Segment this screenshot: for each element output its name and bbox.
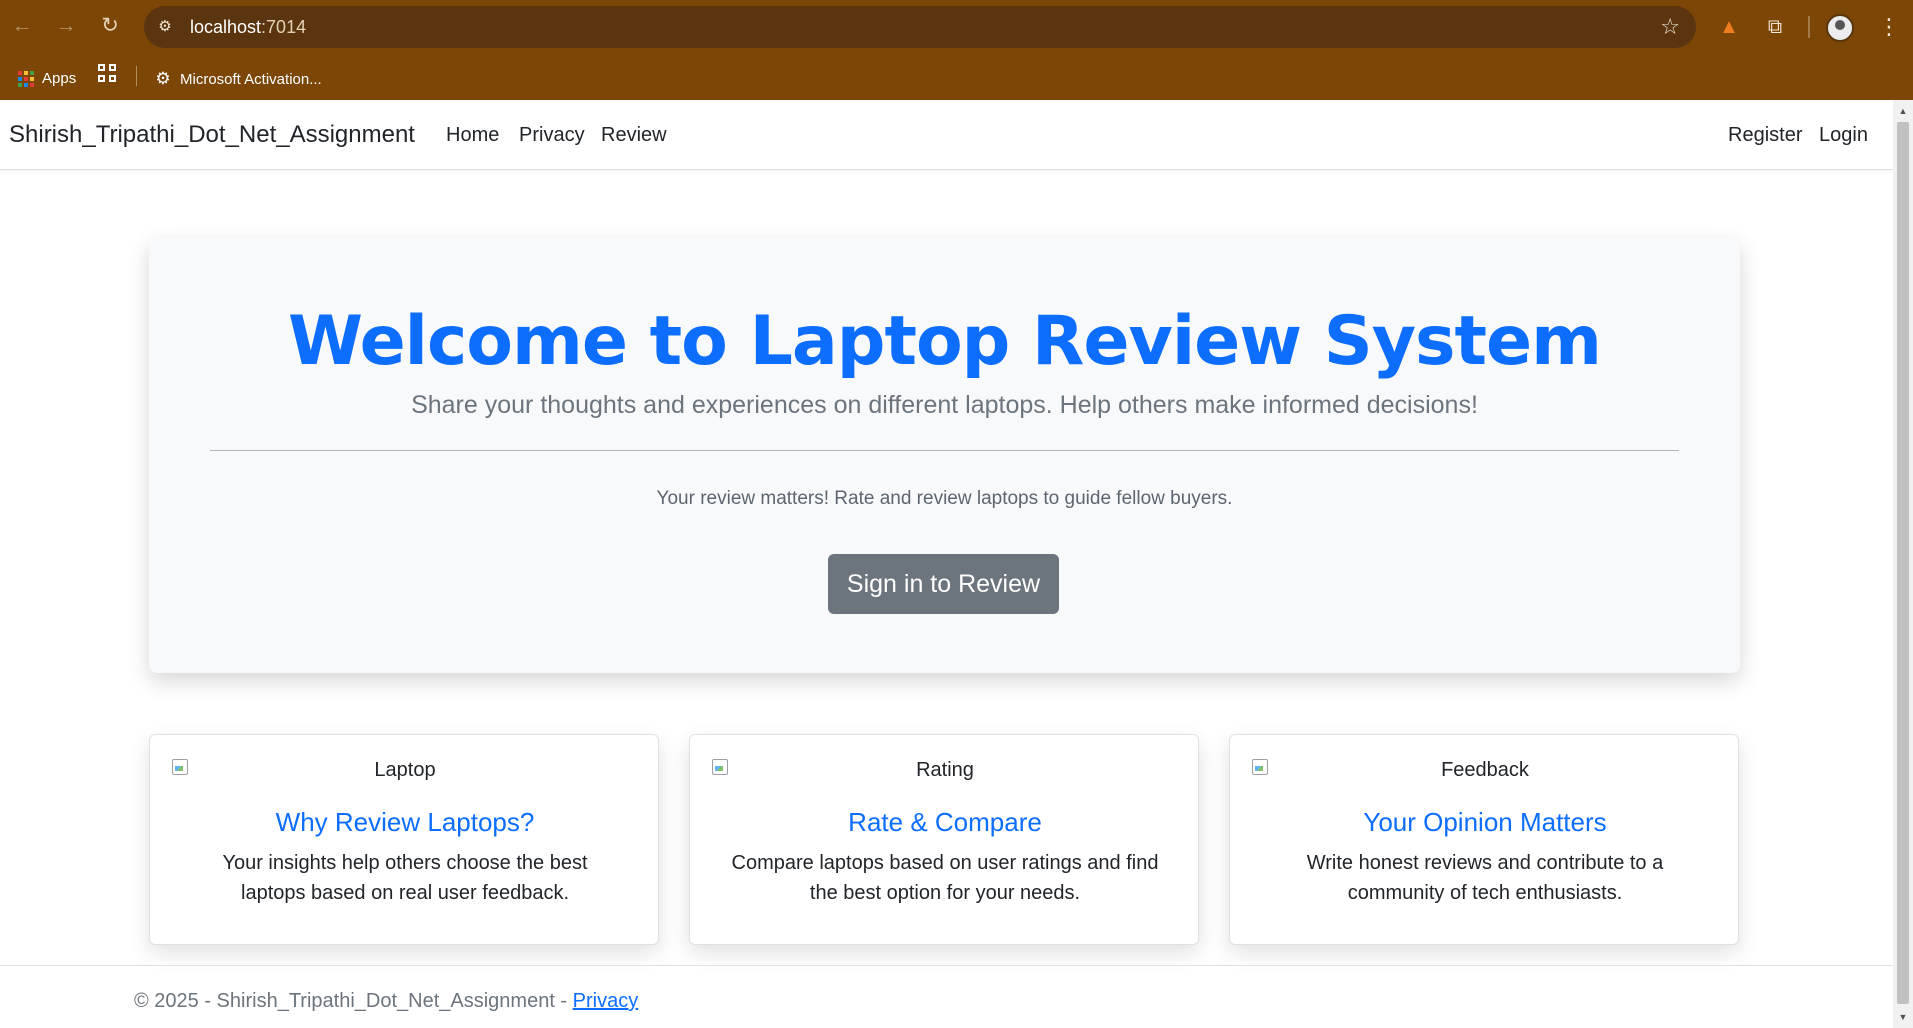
card-image-feedback: Feedback — [1250, 757, 1720, 785]
page-viewport: Shirish_Tripathi_Dot_Net_Assignment Home… — [0, 100, 1893, 1028]
back-arrow-icon[interactable]: ← — [10, 14, 34, 38]
gear-icon: ⚙ — [155, 69, 171, 88]
scrollbar-thumb[interactable] — [1897, 122, 1909, 1004]
nav-link-home[interactable]: Home — [446, 100, 499, 170]
bookmark-microsoft-activation[interactable]: ⚙ Microsoft Activation... — [154, 64, 321, 94]
card-text: Compare laptops based on user ratings an… — [731, 852, 1159, 904]
bookmark-apps[interactable]: Apps — [18, 64, 76, 94]
browser-menu-icon[interactable]: ⋮ — [1878, 12, 1900, 42]
url-text[interactable]: localhost:7014 — [190, 6, 306, 48]
profile-avatar-icon[interactable] — [1826, 14, 1854, 42]
tab-groups-icon[interactable] — [98, 64, 116, 82]
reload-icon[interactable]: ↻ — [98, 14, 122, 38]
site-settings-icon[interactable]: ⚙ — [154, 16, 176, 38]
card-image-laptop: Laptop — [170, 757, 640, 785]
metamask-fox-icon[interactable]: ▲ — [1716, 14, 1742, 40]
address-bar[interactable]: ⚙ localhost:7014 ☆ — [144, 6, 1696, 48]
apps-grid-icon — [18, 71, 34, 88]
navbar-brand[interactable]: Shirish_Tripathi_Dot_Net_Assignment — [9, 100, 415, 170]
card-title: Why Review Laptops? — [275, 807, 535, 837]
card-text: Write honest reviews and contribute to a… — [1306, 852, 1664, 904]
card-text: Your insights help others choose the bes… — [222, 852, 588, 904]
vertical-scrollbar[interactable]: ▲ ▼ — [1893, 100, 1913, 1028]
hero-section: Welcome to Laptop Review System Share yo… — [149, 238, 1740, 673]
image-alt-text: Rating — [916, 759, 974, 781]
nav-link-review[interactable]: Review — [601, 100, 667, 170]
hero-note: Your review matters! Rate and review lap… — [656, 488, 1233, 509]
card-title: Rate & Compare — [848, 807, 1042, 837]
card-title: Your Opinion Matters — [1363, 807, 1607, 837]
feature-card-laptop: Laptop Why Review Laptops? Your insights… — [149, 734, 659, 945]
bookmarks-divider — [136, 66, 137, 86]
hero-divider — [210, 450, 1679, 451]
browser-chrome: ← → ↻ ⚙ localhost:7014 ☆ ▲ ⧉ ⋮ Apps ⚙ Mic… — [0, 0, 1913, 100]
sign-in-to-review-button[interactable]: Sign in to Review — [828, 554, 1059, 614]
nav-link-register[interactable]: Register — [1728, 100, 1802, 170]
site-navbar: Shirish_Tripathi_Dot_Net_Assignment Home… — [0, 100, 1893, 170]
footer-privacy-link[interactable]: Privacy — [573, 990, 639, 1012]
hero-lead: Share your thoughts and experiences on d… — [411, 391, 1478, 419]
card-image-rating: Rating — [710, 757, 1180, 785]
feature-card-feedback: Feedback Your Opinion Matters Write hone… — [1229, 734, 1739, 945]
toolbar-divider — [1808, 16, 1810, 38]
scroll-down-arrow-icon[interactable]: ▼ — [1893, 1008, 1913, 1026]
image-alt-text: Laptop — [374, 759, 436, 781]
hero-title: Welcome to Laptop Review System — [287, 302, 1602, 381]
page-footer: © 2025 - Shirish_Tripathi_Dot_Net_Assign… — [0, 965, 1893, 1028]
bookmarks-bar: Apps ⚙ Microsoft Activation... — [0, 58, 1913, 100]
feature-card-rating: Rating Rate & Compare Compare laptops ba… — [689, 734, 1199, 945]
extensions-puzzle-icon[interactable]: ⧉ — [1762, 14, 1788, 40]
browser-toolbar: ← → ↻ ⚙ localhost:7014 ☆ ▲ ⧉ ⋮ — [0, 0, 1913, 56]
footer-text: © 2025 - Shirish_Tripathi_Dot_Net_Assign… — [134, 990, 639, 1012]
image-alt-text: Feedback — [1441, 759, 1529, 781]
nav-link-login[interactable]: Login — [1819, 100, 1868, 170]
forward-arrow-icon[interactable]: → — [54, 14, 78, 38]
bookmark-star-icon[interactable]: ☆ — [1660, 14, 1680, 40]
scroll-up-arrow-icon[interactable]: ▲ — [1893, 102, 1913, 120]
nav-link-privacy[interactable]: Privacy — [519, 100, 585, 170]
